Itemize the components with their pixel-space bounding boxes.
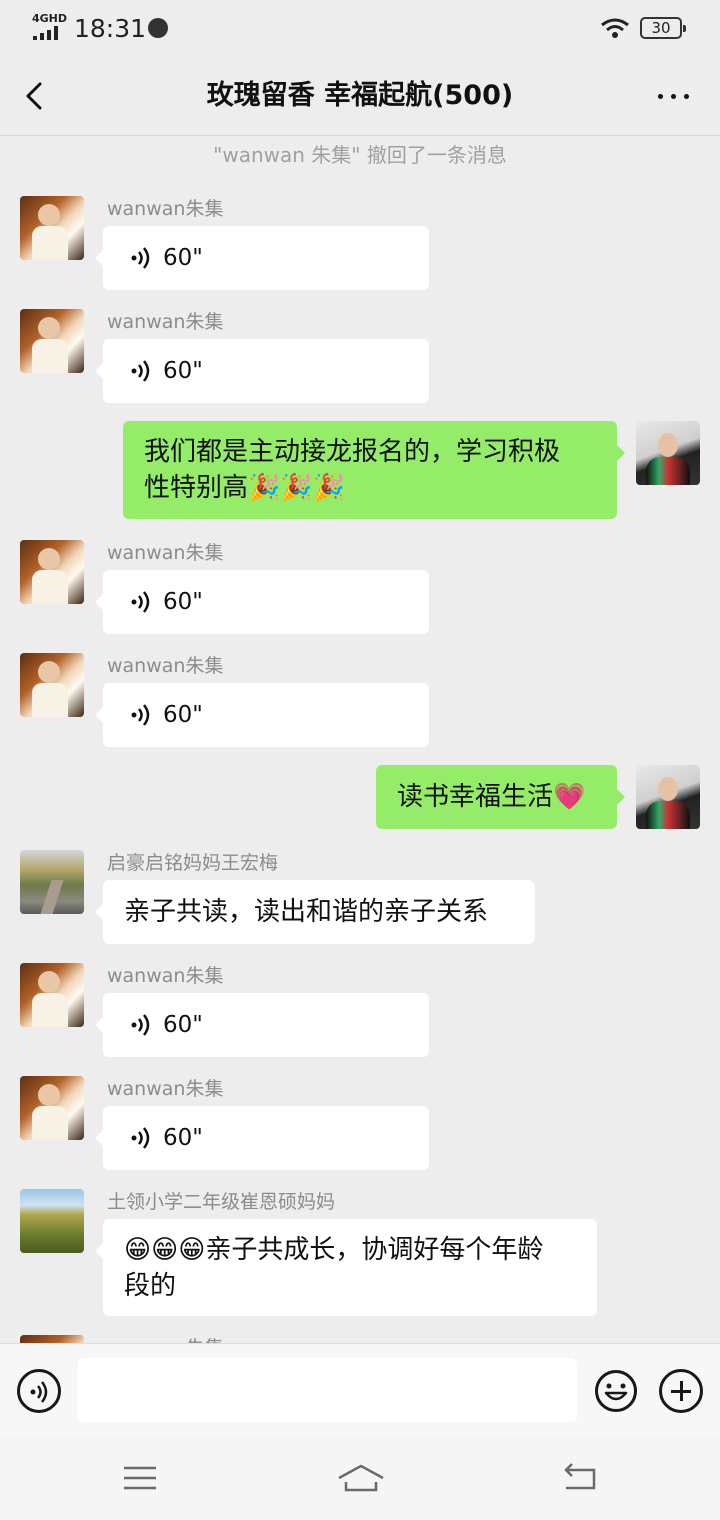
chat-header: 玫瑰留香 幸福起航(500) bbox=[0, 58, 720, 136]
system-nav-bar bbox=[0, 1436, 720, 1520]
message-item: wanwan朱集 60" bbox=[0, 963, 720, 1058]
plus-button[interactable] bbox=[659, 1369, 703, 1413]
network-indicator: 4GHD bbox=[32, 12, 68, 25]
avatar[interactable] bbox=[20, 1189, 84, 1253]
voice-mode-button[interactable] bbox=[17, 1369, 61, 1413]
sender-name: 土领小学二年级崔恩硕妈妈 bbox=[107, 1191, 336, 1213]
voice-message[interactable]: 60" bbox=[95, 226, 429, 290]
message-item: wanwan朱集 bbox=[0, 1335, 720, 1343]
voice-wave-icon bbox=[131, 591, 150, 613]
avatar[interactable] bbox=[20, 309, 84, 373]
avatar[interactable] bbox=[20, 1076, 84, 1140]
message-line: 读书幸福生活💗 bbox=[397, 782, 586, 812]
message-item: 读书幸福生活💗 bbox=[0, 765, 720, 830]
sender-name: wanwan朱集 bbox=[107, 198, 224, 220]
emoji-icon[interactable] bbox=[594, 1369, 638, 1413]
avatar[interactable] bbox=[20, 540, 84, 604]
sender-name: wanwan朱集 bbox=[107, 542, 224, 564]
status-time: 18:31 bbox=[74, 14, 147, 43]
message-item: wanwan朱集 60" bbox=[0, 309, 720, 404]
app-notification-icon bbox=[148, 18, 168, 38]
message-item: wanwan朱集 60" bbox=[0, 540, 720, 635]
battery-icon: 30 bbox=[640, 17, 686, 39]
voice-mode-icon bbox=[30, 1381, 48, 1403]
avatar[interactable] bbox=[20, 653, 84, 717]
voice-wave-icon bbox=[131, 1127, 150, 1149]
sender-name: wanwan朱集 bbox=[107, 1078, 224, 1100]
back-icon[interactable] bbox=[558, 1458, 602, 1498]
sender-name: wanwan朱集 bbox=[107, 965, 224, 987]
message-item: 启豪启铭妈妈王宏梅 亲子共读，读出和谐的亲子关系 bbox=[0, 850, 720, 945]
voice-wave-icon bbox=[131, 1014, 150, 1036]
voice-message[interactable]: 60" bbox=[95, 683, 429, 747]
message-line: 段的 bbox=[124, 1271, 177, 1301]
chat-title: 玫瑰留香 幸福起航(500) bbox=[206, 80, 514, 111]
avatar[interactable] bbox=[20, 850, 84, 914]
system-message: "wanwan 朱集" 撤回了一条消息 bbox=[213, 143, 507, 167]
battery-level: 30 bbox=[651, 19, 671, 37]
message-item: wanwan朱集 60" bbox=[0, 196, 720, 291]
menu-icon[interactable] bbox=[118, 1458, 162, 1498]
text-message[interactable]: 我们都是主动接龙报名的，学习积极 性特别高🎉🎉🎉 bbox=[123, 421, 625, 519]
text-message[interactable]: 读书幸福生活💗 bbox=[376, 765, 625, 829]
voice-wave-icon bbox=[131, 360, 150, 382]
voice-duration: 60" bbox=[163, 245, 203, 271]
text-message[interactable]: 亲子共读，读出和谐的亲子关系 bbox=[95, 880, 535, 944]
text-message[interactable]: 😁😁😁亲子共成长，协调好每个年龄 段的 bbox=[95, 1219, 597, 1316]
more-dots-icon bbox=[658, 94, 663, 99]
voice-wave-icon bbox=[131, 704, 150, 726]
message-input[interactable] bbox=[78, 1358, 577, 1422]
my-avatar[interactable] bbox=[636, 421, 700, 485]
message-line: 性特别高🎉🎉🎉 bbox=[144, 473, 346, 503]
sender-name: wanwan朱集 bbox=[107, 655, 224, 677]
voice-duration: 60" bbox=[163, 589, 203, 615]
voice-duration: 60" bbox=[163, 1125, 203, 1151]
my-avatar[interactable] bbox=[636, 765, 700, 829]
message-line: 😁😁😁亲子共成长，协调好每个年龄 bbox=[124, 1235, 544, 1265]
more-button[interactable] bbox=[652, 80, 696, 112]
status-bar: 4GHD 18:31 30 bbox=[0, 0, 720, 58]
sender-name: 启豪启铭妈妈王宏梅 bbox=[107, 852, 279, 874]
voice-message[interactable]: 60" bbox=[95, 339, 429, 403]
avatar[interactable] bbox=[20, 196, 84, 260]
sender-name: wanwan朱集 bbox=[107, 1335, 223, 1343]
voice-message[interactable]: 60" bbox=[95, 993, 429, 1057]
avatar[interactable] bbox=[20, 963, 84, 1027]
voice-message[interactable]: 60" bbox=[95, 1106, 429, 1170]
message-item: 土领小学二年级崔恩硕妈妈 😁😁😁亲子共成长，协调好每个年龄 段的 bbox=[0, 1189, 720, 1319]
voice-wave-icon bbox=[131, 247, 150, 269]
message-item: 我们都是主动接龙报名的，学习积极 性特别高🎉🎉🎉 bbox=[0, 421, 720, 519]
voice-duration: 60" bbox=[163, 358, 203, 384]
message-item: wanwan朱集 60" bbox=[0, 1076, 720, 1171]
message-line: 我们都是主动接龙报名的，学习积极 bbox=[144, 437, 561, 467]
message-line: 亲子共读，读出和谐的亲子关系 bbox=[124, 897, 489, 927]
voice-message[interactable]: 60" bbox=[95, 570, 429, 634]
wifi-icon bbox=[601, 18, 629, 38]
avatar[interactable] bbox=[20, 1335, 84, 1343]
home-icon[interactable] bbox=[336, 1458, 386, 1498]
sender-name: wanwan朱集 bbox=[107, 311, 224, 333]
message-item: wanwan朱集 60" bbox=[0, 653, 720, 748]
voice-duration: 60" bbox=[163, 702, 203, 728]
chat-area[interactable]: "wanwan 朱集" 撤回了一条消息 wanwan朱集 60" wanwan朱… bbox=[0, 137, 720, 1343]
input-bar bbox=[0, 1343, 720, 1436]
voice-duration: 60" bbox=[163, 1012, 203, 1038]
signal-icon bbox=[33, 26, 63, 40]
